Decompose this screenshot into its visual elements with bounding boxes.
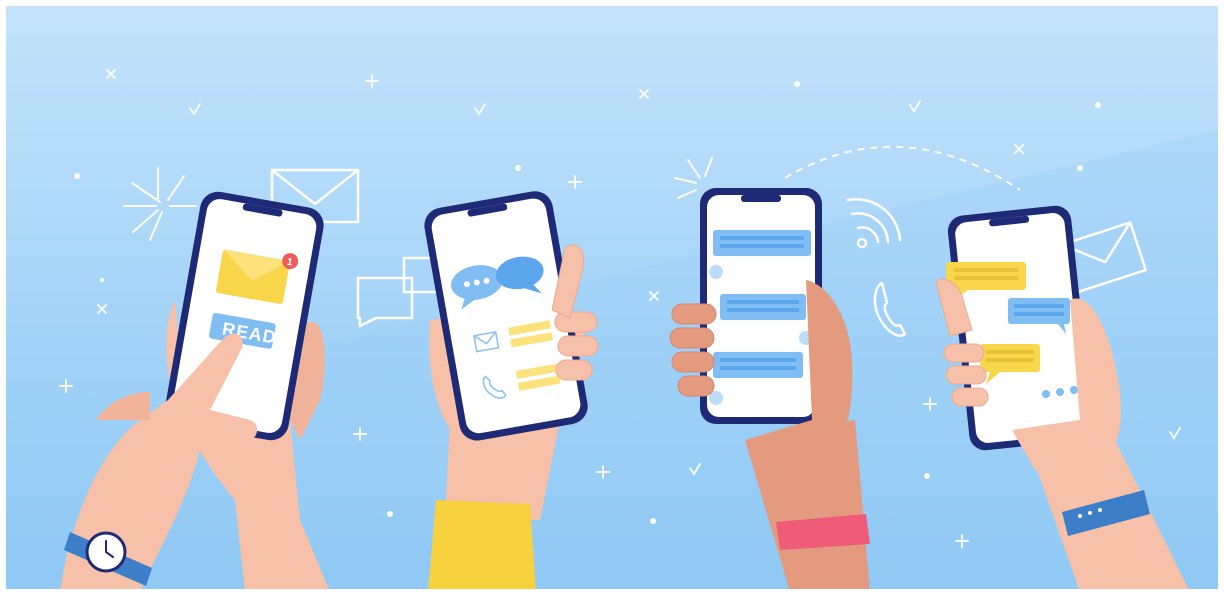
chat-bubble-blue — [1008, 298, 1070, 324]
typing-dot — [1070, 386, 1078, 394]
typing-dot — [1056, 388, 1064, 396]
sleeve — [428, 500, 536, 592]
typing-dot — [1042, 390, 1050, 398]
phone-screen — [955, 213, 1086, 443]
chat-bubble — [713, 352, 803, 378]
chat-bubble — [713, 230, 811, 256]
chat-bubble — [720, 294, 806, 320]
messaging-illustration: 1 READ — [0, 0, 1224, 592]
